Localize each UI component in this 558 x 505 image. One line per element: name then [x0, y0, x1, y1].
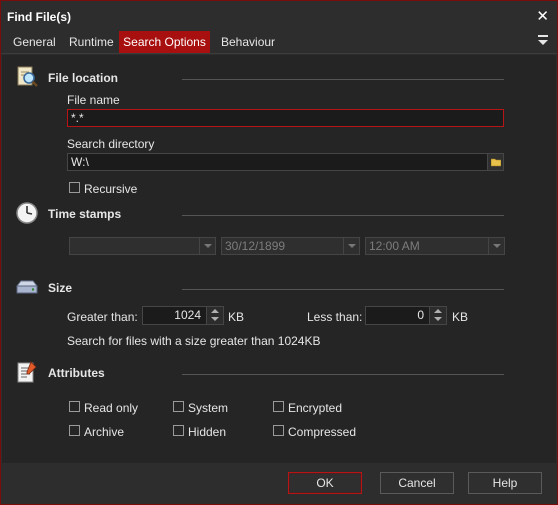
archive-label: Archive	[84, 425, 125, 439]
less-than-stepper[interactable]: 0	[365, 306, 447, 325]
browse-folder-button[interactable]	[487, 153, 504, 171]
tab-behaviour[interactable]: Behaviour	[215, 31, 281, 53]
compressed-label: Compressed	[288, 425, 357, 439]
search-directory-field[interactable]: W:\	[67, 153, 488, 171]
file-name-field[interactable]: *.*	[67, 109, 504, 127]
find-files-dialog: Find File(s) ✕ General Runtime Search Op…	[0, 0, 558, 505]
date-picker[interactable]: 30/12/1899	[221, 237, 360, 255]
time-picker[interactable]: 12:00 AM	[365, 237, 505, 255]
less-than-label: Less than:	[307, 310, 363, 324]
recursive-checkbox[interactable]	[69, 182, 80, 193]
hidden-checkbox[interactable]	[173, 425, 184, 436]
chevron-down-icon[interactable]	[434, 317, 442, 321]
greater-than-unit: KB	[228, 310, 245, 324]
search-directory-label: Search directory	[67, 137, 155, 151]
size-summary: Search for files with a size greater tha…	[67, 334, 321, 348]
drive-icon	[15, 280, 39, 294]
time-stamps-divider	[182, 215, 504, 216]
search-options-panel: File location File name *.* Search direc…	[2, 55, 556, 463]
size-title: Size	[48, 281, 73, 295]
file-name-label: File name	[67, 93, 120, 107]
hidden-label: Hidden	[188, 425, 227, 439]
ok-button[interactable]: OK	[288, 472, 362, 494]
time-stamps-title: Time stamps	[48, 207, 122, 221]
system-checkbox[interactable]	[173, 401, 184, 412]
time-value: 12:00 AM	[369, 239, 420, 253]
title-bar: Find File(s) ✕	[1, 1, 557, 31]
dialog-footer: OK Cancel Help	[2, 463, 556, 503]
help-button[interactable]: Help	[468, 472, 542, 494]
recursive-label: Recursive	[84, 182, 138, 196]
attributes-divider	[182, 374, 504, 375]
chevron-up-icon[interactable]	[211, 309, 219, 313]
stepper-buttons[interactable]	[206, 307, 223, 324]
less-than-value: 0	[417, 308, 424, 322]
tab-runtime[interactable]: Runtime	[63, 31, 120, 53]
dialog-title: Find File(s)	[7, 10, 71, 24]
encrypted-checkbox[interactable]	[273, 401, 284, 412]
tab-bar: General Runtime Search Options Behaviour	[1, 31, 557, 54]
read-only-label: Read only	[84, 401, 139, 415]
compressed-checkbox[interactable]	[273, 425, 284, 436]
attributes-title: Attributes	[48, 366, 105, 380]
chevron-up-icon[interactable]	[434, 309, 442, 313]
size-divider	[182, 289, 504, 290]
greater-than-label: Greater than:	[67, 310, 138, 324]
close-icon[interactable]: ✕	[536, 7, 549, 25]
time-stamp-mode-select[interactable]	[69, 237, 216, 255]
encrypted-label: Encrypted	[288, 401, 343, 415]
menu-icon[interactable]	[537, 34, 549, 48]
greater-than-value: 1024	[174, 308, 201, 322]
tab-general[interactable]: General	[7, 31, 62, 53]
chevron-down-icon	[488, 238, 504, 254]
date-value: 30/12/1899	[225, 239, 286, 253]
chevron-down-icon	[199, 238, 215, 254]
chevron-down-icon	[343, 238, 359, 254]
attributes-icon	[17, 361, 37, 383]
folder-icon	[491, 158, 501, 167]
chevron-down-icon[interactable]	[211, 317, 219, 321]
archive-checkbox[interactable]	[69, 425, 80, 436]
clock-icon	[16, 202, 38, 224]
greater-than-stepper[interactable]: 1024	[142, 306, 224, 325]
file-location-divider	[182, 79, 504, 80]
file-location-title: File location	[48, 71, 119, 85]
system-label: System	[188, 401, 229, 415]
stepper-buttons[interactable]	[429, 307, 446, 324]
file-search-icon	[17, 66, 38, 87]
less-than-unit: KB	[452, 310, 469, 324]
tab-search-options[interactable]: Search Options	[119, 31, 210, 53]
read-only-checkbox[interactable]	[69, 401, 80, 412]
cancel-button[interactable]: Cancel	[380, 472, 454, 494]
